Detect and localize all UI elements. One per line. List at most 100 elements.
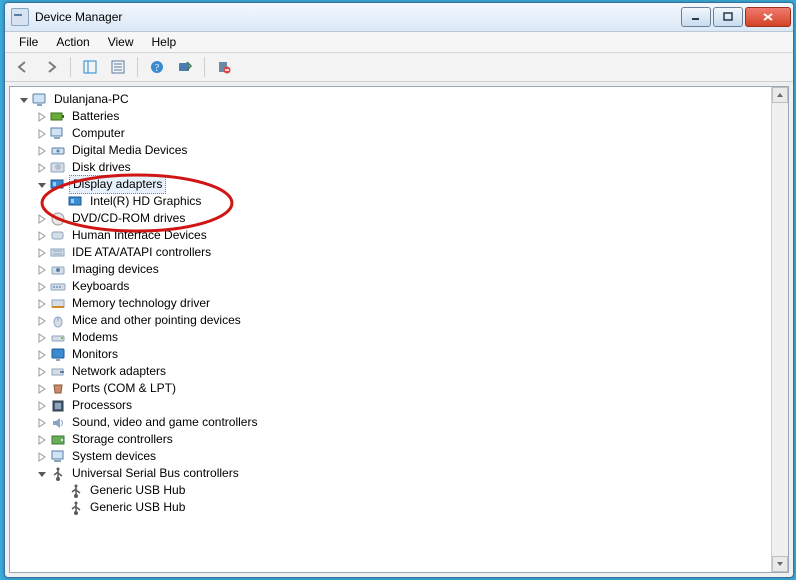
tree-label: Sound, video and game controllers (70, 414, 259, 431)
expand-toggle[interactable] (36, 281, 48, 293)
chevron-right-icon (37, 231, 47, 241)
close-button[interactable] (745, 7, 791, 27)
tree-node-digital-media[interactable]: Digital Media Devices (12, 142, 770, 159)
nav-back-button[interactable] (11, 55, 35, 79)
dvd-icon (50, 211, 66, 227)
expand-toggle[interactable] (36, 145, 48, 157)
expand-toggle[interactable] (36, 366, 48, 378)
tree-node-ide[interactable]: IDE ATA/ATAPI controllers (12, 244, 770, 261)
scan-icon (178, 60, 192, 74)
expand-toggle[interactable] (36, 298, 48, 310)
tree-node-sound[interactable]: Sound, video and game controllers (12, 414, 770, 431)
tree-node-modems[interactable]: Modems (12, 329, 770, 346)
tree-label: Display adapters (69, 175, 166, 194)
expand-toggle[interactable] (36, 417, 48, 429)
tree-label: Storage controllers (70, 431, 175, 448)
expand-toggle[interactable] (36, 332, 48, 344)
tree-node-dvd[interactable]: DVD/CD-ROM drives (12, 210, 770, 227)
client-area: Dulanjana-PC Batteries Computer Digital … (9, 86, 789, 573)
expand-toggle[interactable] (36, 315, 48, 327)
expand-toggle[interactable] (36, 264, 48, 276)
tree-node-hid[interactable]: Human Interface Devices (12, 227, 770, 244)
chevron-right-icon (37, 146, 47, 156)
scan-hardware-button[interactable] (173, 55, 197, 79)
computer-icon (32, 92, 48, 108)
menu-bar: File Action View Help (5, 32, 793, 53)
tree-node-display-adapters[interactable]: Display adapters (12, 176, 770, 193)
expand-toggle[interactable] (18, 94, 30, 106)
help-button[interactable]: ? (145, 55, 169, 79)
tree-label: Modems (70, 329, 120, 346)
menu-file[interactable]: File (11, 33, 46, 51)
help-icon: ? (150, 60, 164, 74)
expand-toggle[interactable] (36, 451, 48, 463)
storage-icon (50, 432, 66, 448)
expand-toggle[interactable] (36, 213, 48, 225)
tree-node-memory-tech[interactable]: Memory technology driver (12, 295, 770, 312)
chevron-right-icon (37, 214, 47, 224)
hid-icon (50, 228, 66, 244)
battery-icon (50, 109, 66, 125)
expand-toggle[interactable] (36, 468, 48, 480)
tree-node-keyboards[interactable]: Keyboards (12, 278, 770, 295)
expand-toggle[interactable] (36, 162, 48, 174)
tree-node-storage[interactable]: Storage controllers (12, 431, 770, 448)
modem-icon (50, 330, 66, 346)
minimize-button[interactable] (681, 7, 711, 27)
tree-node-system-devices[interactable]: System devices (12, 448, 770, 465)
expand-toggle[interactable] (36, 400, 48, 412)
tree-label: Mice and other pointing devices (70, 312, 243, 329)
vertical-scrollbar[interactable] (771, 87, 788, 572)
expand-toggle[interactable] (36, 179, 48, 191)
tree-label: IDE ATA/ATAPI controllers (70, 244, 213, 261)
system-icon (50, 449, 66, 465)
menu-view[interactable]: View (100, 33, 142, 51)
chevron-down-icon (37, 180, 47, 190)
expand-toggle[interactable] (36, 111, 48, 123)
chevron-down-icon (776, 560, 784, 568)
scroll-down-button[interactable] (772, 556, 788, 572)
display-adapter-icon (50, 177, 66, 193)
tree-node-ports[interactable]: Ports (COM & LPT) (12, 380, 770, 397)
menu-help[interactable]: Help (144, 33, 185, 51)
maximize-button[interactable] (713, 7, 743, 27)
expand-toggle[interactable] (36, 230, 48, 242)
tree-node-computer[interactable]: Computer (12, 125, 770, 142)
usb-icon (68, 500, 84, 516)
chevron-right-icon (37, 367, 47, 377)
tree-label: Network adapters (70, 363, 168, 380)
disk-icon (50, 160, 66, 176)
title-bar[interactable]: Device Manager (5, 3, 793, 32)
scroll-up-button[interactable] (772, 87, 788, 103)
chevron-right-icon (37, 333, 47, 343)
expand-toggle[interactable] (36, 128, 48, 140)
tree-root[interactable]: Dulanjana-PC (12, 91, 770, 108)
expand-toggle[interactable] (36, 349, 48, 361)
tree-node-processors[interactable]: Processors (12, 397, 770, 414)
show-hide-tree-button[interactable] (78, 55, 102, 79)
tree-node-monitors[interactable]: Monitors (12, 346, 770, 363)
tree-node-usb-hub[interactable]: Generic USB Hub (12, 482, 770, 499)
chevron-right-icon (37, 384, 47, 394)
expand-toggle[interactable] (36, 383, 48, 395)
expand-toggle[interactable] (36, 247, 48, 259)
uninstall-button[interactable] (212, 55, 236, 79)
properties-button[interactable] (106, 55, 130, 79)
tree-node-usb[interactable]: Universal Serial Bus controllers (12, 465, 770, 482)
tree-node-batteries[interactable]: Batteries (12, 108, 770, 125)
chevron-right-icon (37, 163, 47, 173)
expand-toggle[interactable] (36, 434, 48, 446)
tree-node-network[interactable]: Network adapters (12, 363, 770, 380)
nav-forward-button[interactable] (39, 55, 63, 79)
toolbar-separator (137, 57, 138, 77)
tree-node-imaging[interactable]: Imaging devices (12, 261, 770, 278)
tree-node-disk-drives[interactable]: Disk drives (12, 159, 770, 176)
tree-node-mice[interactable]: Mice and other pointing devices (12, 312, 770, 329)
device-tree[interactable]: Dulanjana-PC Batteries Computer Digital … (10, 87, 772, 572)
tree-label: Imaging devices (70, 261, 161, 278)
menu-action[interactable]: Action (48, 33, 97, 51)
chevron-right-icon (37, 299, 47, 309)
network-icon (50, 364, 66, 380)
tree-node-intel-hd[interactable]: Intel(R) HD Graphics (12, 193, 770, 210)
tree-node-usb-hub[interactable]: Generic USB Hub (12, 499, 770, 516)
